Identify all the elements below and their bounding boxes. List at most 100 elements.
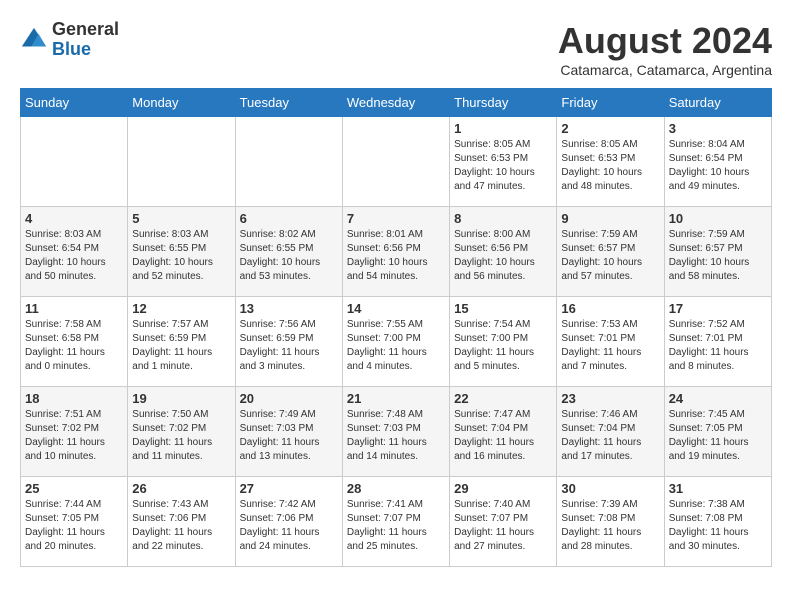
- day-info: Sunrise: 7:48 AM Sunset: 7:03 PM Dayligh…: [347, 408, 445, 464]
- day-cell: 20Sunrise: 7:49 AM Sunset: 7:03 PM Dayli…: [235, 387, 342, 477]
- day-info: Sunrise: 7:59 AM Sunset: 6:57 PM Dayligh…: [669, 228, 767, 284]
- logo: General Blue: [20, 20, 119, 60]
- location: Catamarca, Catamarca, Argentina: [558, 62, 772, 78]
- day-info: Sunrise: 7:41 AM Sunset: 7:07 PM Dayligh…: [347, 498, 445, 554]
- day-number: 17: [669, 301, 767, 316]
- page-header: General Blue August 2024 Catamarca, Cata…: [20, 20, 772, 78]
- day-number: 29: [454, 481, 552, 496]
- day-number: 3: [669, 121, 767, 136]
- day-cell: 16 Sunrise: 7:53 AM Sunset: 7:01 PM Dayli…: [557, 297, 664, 387]
- day-number: 25: [25, 481, 123, 496]
- logo-icon: [20, 26, 48, 54]
- day-info: Sunrise: 7:40 AM Sunset: 7:07 PM Dayligh…: [454, 498, 552, 554]
- day-cell: 18Sunrise: 7:51 AM Sunset: 7:02 PM Dayli…: [21, 387, 128, 477]
- day-header-sunday: Sunday: [21, 89, 128, 117]
- day-number: 7: [347, 211, 445, 226]
- day-cell: 24 Sunrise: 7:45 AM Sunset: 7:05 PM Dayli…: [664, 387, 771, 477]
- calendar-table: SundayMondayTuesdayWednesdayThursdayFrid…: [20, 88, 772, 567]
- day-number: 6: [240, 211, 338, 226]
- day-info: Sunrise: 7:59 AM Sunset: 6:57 PM Dayligh…: [561, 228, 659, 284]
- day-info: Sunrise: 7:57 AM Sunset: 6:59 PM Dayligh…: [132, 318, 230, 374]
- day-cell: 4 Sunrise: 8:03 AM Sunset: 6:54 PM Daylig…: [21, 207, 128, 297]
- day-info: Sunrise: 7:46 AM Sunset: 7:04 PM Dayligh…: [561, 408, 659, 464]
- day-cell: 11Sunrise: 7:58 AM Sunset: 6:58 PM Dayli…: [21, 297, 128, 387]
- day-cell: 23 Sunrise: 7:46 AM Sunset: 7:04 PM Dayli…: [557, 387, 664, 477]
- day-cell: 14 Sunrise: 7:55 AM Sunset: 7:00 PM Dayli…: [342, 297, 449, 387]
- day-cell: 3 Sunrise: 8:04 AM Sunset: 6:54 PM Daylig…: [664, 117, 771, 207]
- title-block: August 2024 Catamarca, Catamarca, Argent…: [558, 20, 772, 78]
- day-number: 20: [240, 391, 338, 406]
- day-cell: 2 Sunrise: 8:05 AM Sunset: 6:53 PM Daylig…: [557, 117, 664, 207]
- day-number: 14: [347, 301, 445, 316]
- day-info: Sunrise: 8:03 AM Sunset: 6:55 PM Dayligh…: [132, 228, 230, 284]
- day-info: Sunrise: 7:42 AM Sunset: 7:06 PM Dayligh…: [240, 498, 338, 554]
- day-number: 18: [25, 391, 123, 406]
- day-info: Sunrise: 7:53 AM Sunset: 7:01 PM Dayligh…: [561, 318, 659, 374]
- day-cell: [21, 117, 128, 207]
- day-cell: 26Sunrise: 7:43 AM Sunset: 7:06 PM Dayli…: [128, 477, 235, 567]
- day-cell: 28 Sunrise: 7:41 AM Sunset: 7:07 PM Dayli…: [342, 477, 449, 567]
- day-info: Sunrise: 7:56 AM Sunset: 6:59 PM Dayligh…: [240, 318, 338, 374]
- day-number: 23: [561, 391, 659, 406]
- logo-general: General: [52, 19, 119, 39]
- day-info: Sunrise: 8:00 AM Sunset: 6:56 PM Dayligh…: [454, 228, 552, 284]
- day-header-monday: Monday: [128, 89, 235, 117]
- days-header-row: SundayMondayTuesdayWednesdayThursdayFrid…: [21, 89, 772, 117]
- day-number: 27: [240, 481, 338, 496]
- week-row-2: 4 Sunrise: 8:03 AM Sunset: 6:54 PM Daylig…: [21, 207, 772, 297]
- day-info: Sunrise: 7:39 AM Sunset: 7:08 PM Dayligh…: [561, 498, 659, 554]
- day-cell: 10 Sunrise: 7:59 AM Sunset: 6:57 PM Dayli…: [664, 207, 771, 297]
- day-number: 16: [561, 301, 659, 316]
- day-cell: 9Sunrise: 7:59 AM Sunset: 6:57 PM Daylig…: [557, 207, 664, 297]
- week-row-5: 25 Sunrise: 7:44 AM Sunset: 7:05 PM Dayli…: [21, 477, 772, 567]
- day-info: Sunrise: 7:43 AM Sunset: 7:06 PM Dayligh…: [132, 498, 230, 554]
- day-header-saturday: Saturday: [664, 89, 771, 117]
- week-row-3: 11Sunrise: 7:58 AM Sunset: 6:58 PM Dayli…: [21, 297, 772, 387]
- day-info: Sunrise: 8:02 AM Sunset: 6:55 PM Dayligh…: [240, 228, 338, 284]
- day-cell: 17 Sunrise: 7:52 AM Sunset: 7:01 PM Dayli…: [664, 297, 771, 387]
- day-info: Sunrise: 7:47 AM Sunset: 7:04 PM Dayligh…: [454, 408, 552, 464]
- day-number: 24: [669, 391, 767, 406]
- day-info: Sunrise: 8:03 AM Sunset: 6:54 PM Dayligh…: [25, 228, 123, 284]
- day-info: Sunrise: 8:04 AM Sunset: 6:54 PM Dayligh…: [669, 138, 767, 194]
- day-number: 22: [454, 391, 552, 406]
- day-cell: 7 Sunrise: 8:01 AM Sunset: 6:56 PM Daylig…: [342, 207, 449, 297]
- day-info: Sunrise: 7:44 AM Sunset: 7:05 PM Dayligh…: [25, 498, 123, 554]
- day-header-tuesday: Tuesday: [235, 89, 342, 117]
- day-number: 19: [132, 391, 230, 406]
- day-cell: 25 Sunrise: 7:44 AM Sunset: 7:05 PM Dayli…: [21, 477, 128, 567]
- day-header-friday: Friday: [557, 89, 664, 117]
- day-number: 10: [669, 211, 767, 226]
- week-row-1: 1 Sunrise: 8:05 AM Sunset: 6:53 PM Daylig…: [21, 117, 772, 207]
- day-info: Sunrise: 7:54 AM Sunset: 7:00 PM Dayligh…: [454, 318, 552, 374]
- day-number: 1: [454, 121, 552, 136]
- day-cell: 22 Sunrise: 7:47 AM Sunset: 7:04 PM Dayli…: [450, 387, 557, 477]
- logo-text: General Blue: [52, 20, 119, 60]
- day-cell: 8Sunrise: 8:00 AM Sunset: 6:56 PM Daylig…: [450, 207, 557, 297]
- day-number: 11: [25, 301, 123, 316]
- day-number: 5: [132, 211, 230, 226]
- day-info: Sunrise: 7:45 AM Sunset: 7:05 PM Dayligh…: [669, 408, 767, 464]
- day-cell: 29 Sunrise: 7:40 AM Sunset: 7:07 PM Dayli…: [450, 477, 557, 567]
- day-number: 28: [347, 481, 445, 496]
- day-header-wednesday: Wednesday: [342, 89, 449, 117]
- day-info: Sunrise: 7:38 AM Sunset: 7:08 PM Dayligh…: [669, 498, 767, 554]
- day-number: 12: [132, 301, 230, 316]
- day-info: Sunrise: 7:50 AM Sunset: 7:02 PM Dayligh…: [132, 408, 230, 464]
- day-info: Sunrise: 8:05 AM Sunset: 6:53 PM Dayligh…: [454, 138, 552, 194]
- day-cell: 6 Sunrise: 8:02 AM Sunset: 6:55 PM Daylig…: [235, 207, 342, 297]
- day-number: 13: [240, 301, 338, 316]
- day-cell: 30Sunrise: 7:39 AM Sunset: 7:08 PM Dayli…: [557, 477, 664, 567]
- day-info: Sunrise: 7:55 AM Sunset: 7:00 PM Dayligh…: [347, 318, 445, 374]
- logo-blue: Blue: [52, 39, 91, 59]
- day-cell: 21Sunrise: 7:48 AM Sunset: 7:03 PM Dayli…: [342, 387, 449, 477]
- day-info: Sunrise: 8:01 AM Sunset: 6:56 PM Dayligh…: [347, 228, 445, 284]
- day-number: 2: [561, 121, 659, 136]
- day-number: 4: [25, 211, 123, 226]
- day-cell: [235, 117, 342, 207]
- day-info: Sunrise: 7:52 AM Sunset: 7:01 PM Dayligh…: [669, 318, 767, 374]
- day-info: Sunrise: 8:05 AM Sunset: 6:53 PM Dayligh…: [561, 138, 659, 194]
- week-row-4: 18Sunrise: 7:51 AM Sunset: 7:02 PM Dayli…: [21, 387, 772, 477]
- day-cell: [128, 117, 235, 207]
- day-number: 15: [454, 301, 552, 316]
